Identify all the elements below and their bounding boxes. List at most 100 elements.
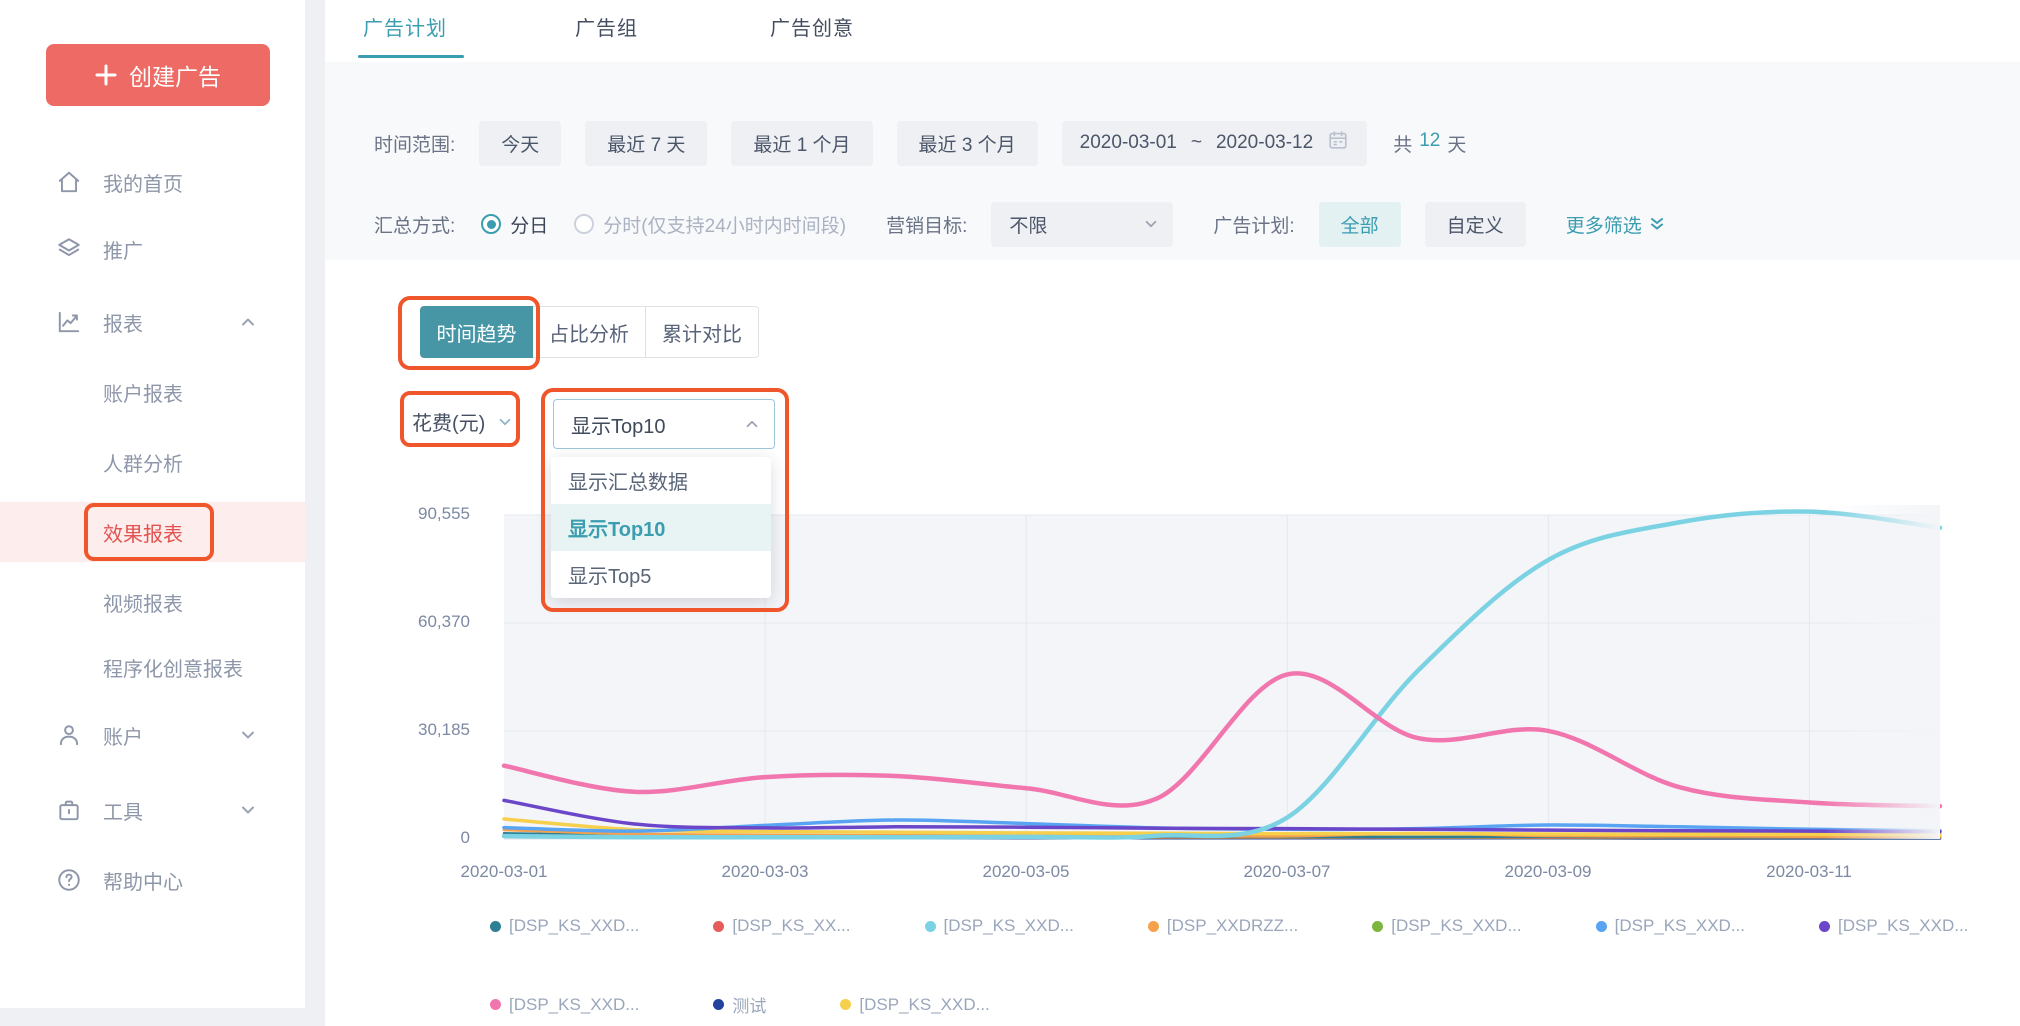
sidebar-item-audience-analysis[interactable]: 人群分析 <box>0 434 305 490</box>
date-tilde: ~ <box>1191 132 1202 154</box>
radio-unselected-icon <box>574 214 594 234</box>
person-icon <box>56 722 82 748</box>
preset-7days-button[interactable]: 最近 7 天 <box>585 121 707 166</box>
legend-item[interactable]: [DSP_KS_XXD... <box>1819 916 1968 936</box>
legend-item[interactable]: [DSP_KS_XXD... <box>1596 916 1745 936</box>
preset-3months-button[interactable]: 最近 3 个月 <box>897 121 1038 166</box>
marketing-goal-value: 不限 <box>1009 211 1047 238</box>
metric-select-value: 花费(元) <box>412 407 485 436</box>
legend-item[interactable]: [DSP_KS_XXD... <box>840 995 989 1015</box>
sidebar-item-programmatic-creative-report[interactable]: 程序化创意报表 <box>0 639 305 695</box>
date-end: 2020-03-12 <box>1216 132 1313 154</box>
legend-dot <box>490 921 501 932</box>
legend-item[interactable]: [DSP_KS_XXD... <box>490 995 639 1015</box>
preset-today-button[interactable]: 今天 <box>479 121 561 166</box>
y-axis-label: 30,185 <box>340 720 470 740</box>
tab-cumulative-compare[interactable]: 累计对比 <box>646 306 759 358</box>
sidebar-content-divider <box>305 0 325 1026</box>
x-axis-label: 2020-03-03 <box>685 862 845 882</box>
sidebar-item-video-report[interactable]: 视频报表 <box>0 574 305 630</box>
create-ad-label: 创建广告 <box>129 58 221 92</box>
sidebar-item-account[interactable]: 账户 <box>0 707 305 763</box>
sidebar-item-effect-report[interactable]: 效果报表 <box>0 504 305 560</box>
legend-item[interactable]: 测试 <box>713 992 766 1017</box>
chevron-down-icon <box>1143 216 1159 232</box>
topn-select-value: 显示Top10 <box>571 410 666 439</box>
date-start: 2020-03-01 <box>1080 132 1177 154</box>
preset-1month-button[interactable]: 最近 1 个月 <box>731 121 872 166</box>
radio-daily-label: 分日 <box>510 211 548 238</box>
double-chevron-down-icon <box>1648 215 1666 233</box>
sidebar-item-help-center[interactable]: 帮助中心 <box>0 852 305 908</box>
radio-daily[interactable]: 分日 <box>481 211 548 238</box>
x-axis-label: 2020-03-09 <box>1468 862 1628 882</box>
chevron-down-icon <box>497 414 513 430</box>
radio-hourly-label: 分时(仅支持24小时内时间段) <box>603 211 846 238</box>
sidebar-item-promotion[interactable]: 推广 <box>0 221 305 277</box>
active-tab-underline <box>358 55 464 58</box>
tab-time-trend[interactable]: 时间趋势 <box>420 306 533 358</box>
legend-dot <box>490 999 501 1010</box>
legend-label: 测试 <box>732 992 766 1017</box>
sidebar-item-label: 工具 <box>103 796 143 825</box>
sidebar-item-label: 账户 <box>103 721 143 750</box>
sidebar-item-tools[interactable]: 工具 <box>0 782 305 838</box>
legend-item[interactable]: [DSP_KS_XXD... <box>925 916 1074 936</box>
chevron-up-icon <box>744 416 760 432</box>
topn-dropdown: 显示汇总数据 显示Top10 显示Top5 <box>551 457 771 598</box>
date-range-picker[interactable]: 2020-03-01 ~ 2020-03-12 <box>1062 121 1368 166</box>
sidebar-item-label: 报表 <box>103 308 143 337</box>
more-filters-button[interactable]: 更多筛选 <box>1566 211 1666 238</box>
legend-dot <box>1596 921 1607 932</box>
total-days: 共 12 天 <box>1393 130 1466 157</box>
legend-label: [DSP_KS_XXD... <box>1391 916 1521 936</box>
option-show-summary[interactable]: 显示汇总数据 <box>551 457 771 504</box>
sidebar-item-label: 程序化创意报表 <box>103 653 243 682</box>
sidebar-item-reports[interactable]: 报表 <box>0 294 305 350</box>
plan-all-button[interactable]: 全部 <box>1319 202 1401 247</box>
legend-dot <box>713 921 724 932</box>
chevron-down-icon <box>239 801 257 819</box>
more-filters-label: 更多筛选 <box>1566 211 1642 238</box>
line-chart-icon <box>56 309 82 335</box>
legend-item[interactable]: [DSP_KS_XXD... <box>490 916 639 936</box>
radio-selected-icon <box>481 214 501 234</box>
sidebar-item-label: 人群分析 <box>103 448 183 477</box>
legend-dot <box>1819 921 1830 932</box>
home-icon <box>56 169 82 195</box>
time-range-row: 时间范围: 今天 最近 7 天 最近 1 个月 最近 3 个月 2020-03-… <box>325 119 2020 167</box>
legend-label: [DSP_KS_XX... <box>732 916 850 936</box>
sidebar-item-label: 效果报表 <box>103 518 183 547</box>
tab-share-analysis[interactable]: 占比分析 <box>533 306 646 358</box>
option-show-top5[interactable]: 显示Top5 <box>551 551 771 598</box>
tab-ad-group[interactable]: 广告组 <box>575 12 638 41</box>
tab-ad-plan[interactable]: 广告计划 <box>363 12 447 41</box>
legend-item[interactable]: [DSP_XXDRZZ... <box>1148 916 1298 936</box>
legend-item[interactable]: [DSP_KS_XXD... <box>1372 916 1521 936</box>
plan-custom-button[interactable]: 自定义 <box>1425 202 1526 247</box>
plus-icon <box>95 64 117 86</box>
legend-label: [DSP_KS_XXD... <box>1615 916 1745 936</box>
radio-hourly[interactable]: 分时(仅支持24小时内时间段) <box>574 211 846 238</box>
sidebar-item-label: 视频报表 <box>103 588 183 617</box>
x-axis-label: 2020-03-11 <box>1729 862 1889 882</box>
option-show-top10[interactable]: 显示Top10 <box>551 504 771 551</box>
app-root: 创建广告 我的首页 推广 报表 账户报表 <box>0 0 2020 1026</box>
toolbox-icon <box>56 797 82 823</box>
tab-ad-creative[interactable]: 广告创意 <box>770 12 854 41</box>
legend-dot <box>840 999 851 1010</box>
legend-dot <box>713 999 724 1010</box>
sidebar-item-label: 账户报表 <box>103 378 183 407</box>
summary-mode-row: 汇总方式: 分日 分时(仅支持24小时内时间段) 营销目标: 不限 广告计划: … <box>325 200 2020 248</box>
metric-select[interactable]: 花费(元) <box>412 407 513 436</box>
legend-dot <box>1372 921 1383 932</box>
sidebar-item-account-report[interactable]: 账户报表 <box>0 364 305 420</box>
sidebar: 创建广告 我的首页 推广 报表 账户报表 <box>0 0 305 1008</box>
topn-select[interactable]: 显示Top10 <box>553 399 775 449</box>
total-days-count: 12 <box>1419 130 1440 157</box>
y-axis-label: 90,555 <box>340 504 470 524</box>
marketing-goal-select[interactable]: 不限 <box>991 202 1173 247</box>
legend-item[interactable]: [DSP_KS_XX... <box>713 916 850 936</box>
create-ad-button[interactable]: 创建广告 <box>46 44 270 106</box>
sidebar-item-home[interactable]: 我的首页 <box>0 154 305 210</box>
